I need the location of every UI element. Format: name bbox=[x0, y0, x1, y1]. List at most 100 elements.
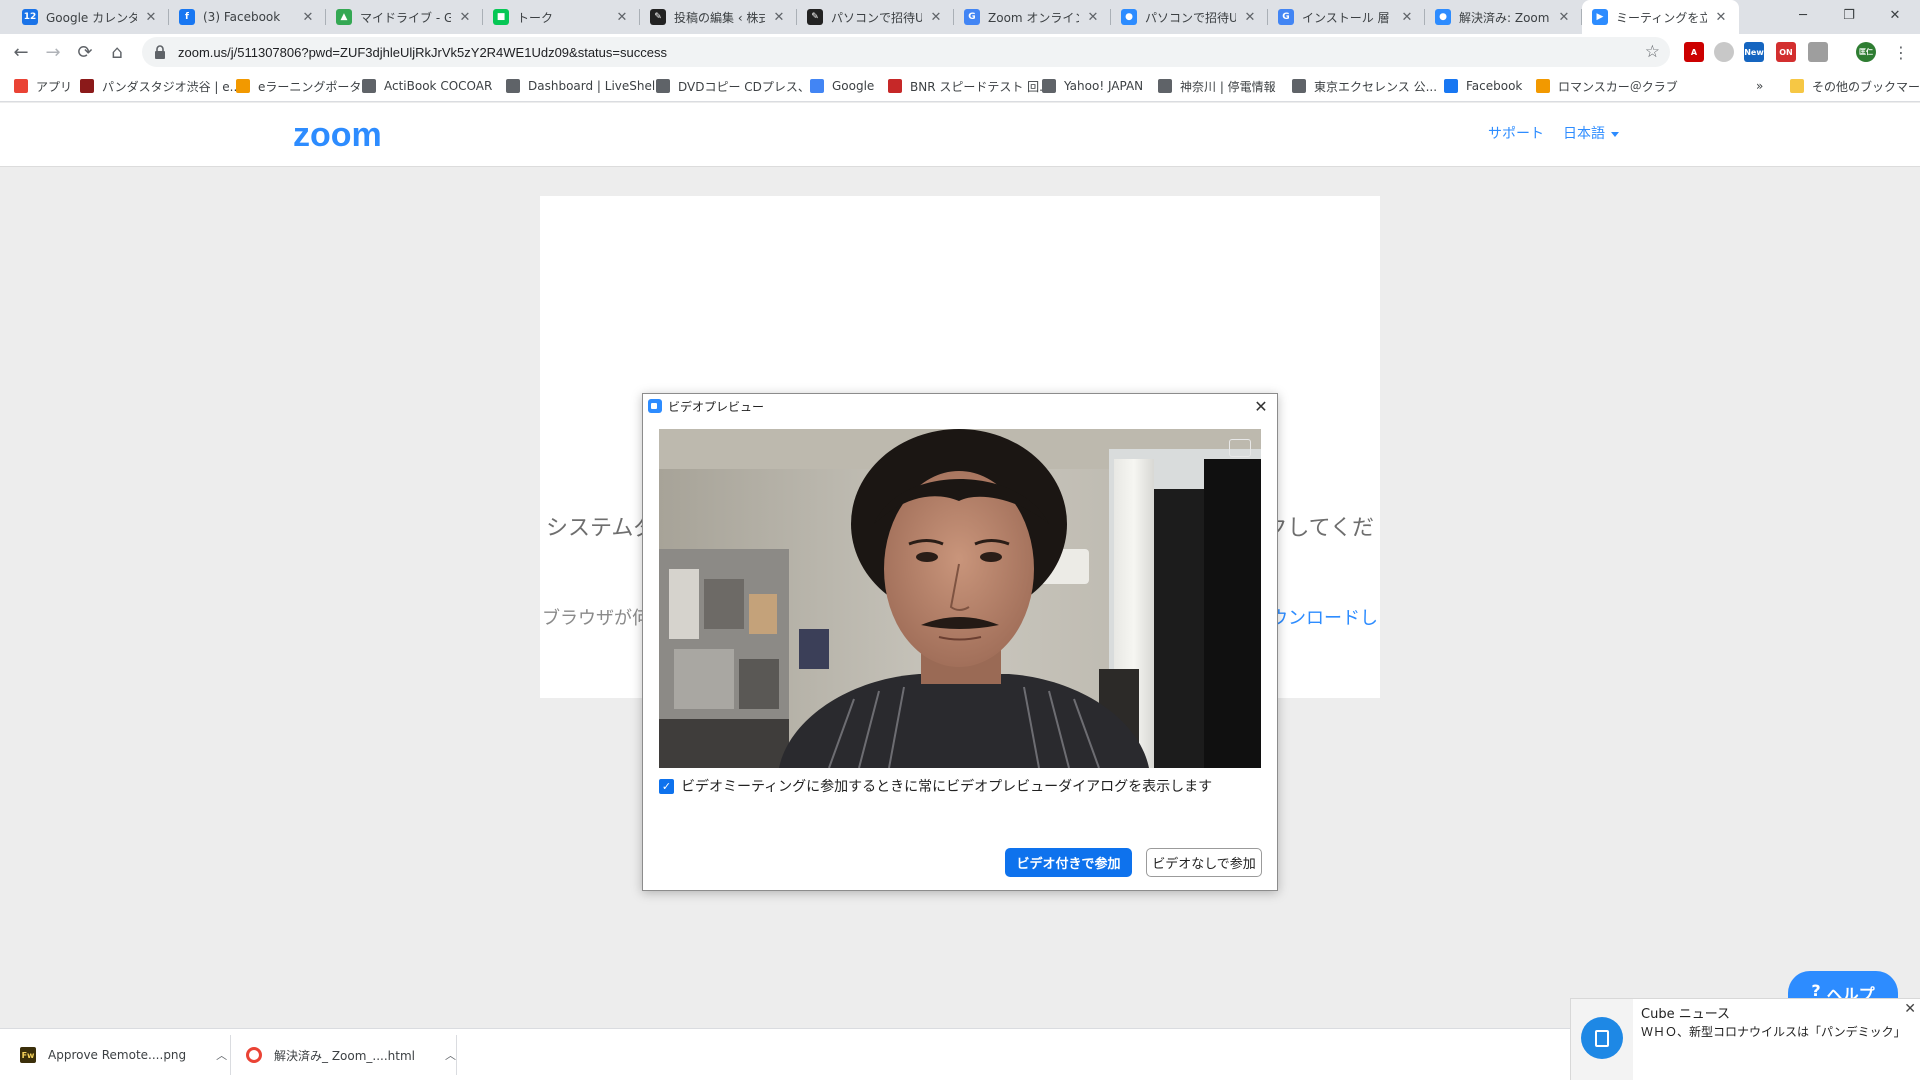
close-icon[interactable]: ✕ bbox=[1251, 396, 1271, 416]
download-item[interactable]: Fw Approve Remote....png ︿ bbox=[20, 1029, 227, 1080]
tab[interactable]: ● パソコンで招待UR ✕ bbox=[1111, 0, 1268, 34]
bookmark-item[interactable]: 東京エクセレンス 公... bbox=[1292, 70, 1437, 102]
bookmark-item[interactable]: パンダスタジオ渋谷 | e... bbox=[80, 70, 241, 102]
tab-close-icon[interactable]: ✕ bbox=[1085, 9, 1101, 25]
tab-favicon-icon: G bbox=[1278, 9, 1294, 25]
bookmark-favicon-icon bbox=[1536, 79, 1550, 93]
tab[interactable]: 12 Google カレンダー ✕ bbox=[12, 0, 169, 34]
tab-close-icon[interactable]: ✕ bbox=[1399, 9, 1415, 25]
tab-close-icon[interactable]: ✕ bbox=[1556, 9, 1572, 25]
on-extension-icon[interactable]: ON bbox=[1776, 42, 1796, 62]
window-close-button[interactable]: ✕ bbox=[1872, 0, 1918, 30]
tab-title: Google カレンダー bbox=[46, 10, 137, 25]
tab-close-icon[interactable]: ✕ bbox=[771, 9, 787, 25]
tab-favicon-icon: ● bbox=[1435, 9, 1451, 25]
bookmark-item[interactable]: ロマンスカー＠クラブ bbox=[1536, 70, 1678, 102]
chevron-up-icon[interactable]: ︿ bbox=[216, 1047, 227, 1063]
bookmark-favicon-icon bbox=[506, 79, 520, 93]
bookmarks-overflow-button[interactable]: » bbox=[1756, 70, 1763, 102]
tab-close-icon[interactable]: ✕ bbox=[457, 9, 473, 25]
launch-instruction-text-end: クしてくだ bbox=[1265, 516, 1374, 541]
bookmark-star-icon[interactable]: ☆ bbox=[1645, 42, 1660, 62]
tab[interactable]: G Zoom オンライン会 ✕ bbox=[954, 0, 1111, 34]
bookmark-item[interactable]: ActiBook COCOAR bbox=[362, 70, 492, 102]
tab-close-icon[interactable]: ✕ bbox=[1713, 9, 1729, 25]
bookmark-item[interactable]: 神奈川 | 停電情報 bbox=[1158, 70, 1276, 102]
download-filename: Approve Remote....png bbox=[48, 1048, 187, 1062]
tab[interactable]: ✎ パソコンで招待UR ✕ bbox=[797, 0, 954, 34]
chevron-up-icon[interactable]: ︿ bbox=[445, 1047, 456, 1063]
always-show-preview-checkbox[interactable]: ✓ bbox=[659, 778, 674, 794]
bookmark-favicon-icon bbox=[362, 79, 376, 93]
language-selector[interactable]: 日本語 bbox=[1563, 123, 1619, 143]
camera-feed-image bbox=[659, 429, 1261, 768]
zoom-page: zoom サポート 日本語 システムダ クしてくだ ブラウザが何 ウンロードし … bbox=[0, 103, 1920, 1028]
home-button[interactable]: ⌂ bbox=[102, 37, 132, 67]
pdf-extension-icon[interactable]: A bbox=[1684, 42, 1704, 62]
news-notification[interactable]: Cube ニュース ＷＨＯ、新型コロナウイルスは「パンデミック」 ✕ bbox=[1570, 998, 1920, 1080]
close-icon[interactable]: ✕ bbox=[1904, 1001, 1916, 1017]
tab[interactable]: ● 解決済み: Zoom ✕ bbox=[1425, 0, 1582, 34]
virtual-background-icon[interactable] bbox=[1229, 439, 1251, 457]
bookmark-item[interactable]: アプリ bbox=[14, 70, 72, 102]
tab-close-icon[interactable]: ✕ bbox=[143, 9, 159, 25]
download-separator bbox=[230, 1035, 231, 1075]
bookmark-item[interactable]: Yahoo! JAPAN bbox=[1042, 70, 1143, 102]
new-extension-icon[interactable]: New bbox=[1744, 42, 1764, 62]
tab-title: Zoom オンライン会 bbox=[988, 10, 1079, 25]
tab-title: パソコンで招待UR bbox=[831, 10, 922, 25]
other-bookmarks-folder[interactable]: その他のブックマーク bbox=[1790, 70, 1920, 102]
bookmark-item[interactable]: Google bbox=[810, 70, 874, 102]
minimize-button[interactable]: ─ bbox=[1780, 0, 1826, 30]
cast-extension-icon[interactable] bbox=[1808, 42, 1828, 62]
bookmark-favicon-icon bbox=[888, 79, 902, 93]
tab[interactable]: f (3) Facebook ✕ bbox=[169, 0, 326, 34]
chrome-file-icon bbox=[246, 1047, 262, 1063]
bookmark-item[interactable]: Dashboard | LiveShell bbox=[506, 70, 659, 102]
support-link[interactable]: サポート bbox=[1488, 123, 1544, 143]
reload-button[interactable]: ⟳ bbox=[70, 37, 100, 67]
extension-icon[interactable] bbox=[1714, 42, 1734, 62]
tab-close-icon[interactable]: ✕ bbox=[300, 9, 316, 25]
tab-title: トーク bbox=[517, 10, 554, 25]
download-filename: 解決済み_ Zoom_....html bbox=[274, 1048, 416, 1063]
bookmark-item[interactable]: DVDコピー CDプレス、... bbox=[656, 70, 821, 102]
address-bar[interactable]: zoom.us/j/511307806?pwd=ZUF3djhleUljRkJr… bbox=[142, 37, 1670, 67]
join-with-video-button[interactable]: ビデオ付きで参加 bbox=[1005, 848, 1132, 877]
chevron-down-icon bbox=[1611, 131, 1619, 137]
zoom-logo[interactable]: zoom bbox=[293, 116, 382, 155]
bookmark-favicon-icon bbox=[1292, 79, 1306, 93]
tab[interactable]: ✎ 投稿の編集 ‹ 株式 ✕ bbox=[640, 0, 797, 34]
bookmark-favicon-icon bbox=[14, 79, 28, 93]
tab-close-icon[interactable]: ✕ bbox=[928, 9, 944, 25]
tab-favicon-icon: ▶ bbox=[1592, 9, 1608, 25]
tab-favicon-icon: ✎ bbox=[650, 9, 666, 25]
chrome-menu-icon[interactable]: ⋮ bbox=[1886, 37, 1916, 67]
tab[interactable]: ▲ マイドライブ - Goo ✕ bbox=[326, 0, 483, 34]
profile-avatar[interactable]: 匡仁 bbox=[1856, 42, 1876, 62]
tab-title: 投稿の編集 ‹ 株式 bbox=[674, 10, 765, 25]
toast-icon-column bbox=[1571, 999, 1633, 1080]
bookmark-favicon-icon bbox=[1158, 79, 1172, 93]
forward-button[interactable]: → bbox=[38, 37, 68, 67]
always-show-preview-option[interactable]: ✓ ビデオミーティングに参加するときに常にビデオプレビューダイアログを表示します bbox=[659, 776, 1212, 796]
tab-close-icon[interactable]: ✕ bbox=[1242, 9, 1258, 25]
lock-icon bbox=[155, 45, 165, 59]
tab-close-icon[interactable]: ✕ bbox=[614, 9, 630, 25]
bookmark-item[interactable]: Facebook bbox=[1444, 70, 1522, 102]
bookmark-item[interactable]: eラーニングポータル bbox=[236, 70, 373, 102]
bookmark-item[interactable]: BNR スピードテスト 回... bbox=[888, 70, 1051, 102]
bookmarks-bar: » その他のブックマーク アプリ パンダスタジオ渋谷 | e... eラーニングポー… bbox=[0, 70, 1920, 102]
download-link[interactable]: ウンロードし bbox=[1270, 604, 1378, 630]
tab[interactable]: ■ トーク ✕ bbox=[483, 0, 640, 34]
join-without-video-button[interactable]: ビデオなしで参加 bbox=[1146, 848, 1262, 877]
toast-body: ＷＨＯ、新型コロナウイルスは「パンデミック」 bbox=[1641, 1025, 1906, 1039]
tab[interactable]: G インストール 層 マ ✕ bbox=[1268, 0, 1425, 34]
restore-button[interactable]: ❐ bbox=[1826, 0, 1872, 30]
bookmark-label: ロマンスカー＠クラブ bbox=[1558, 79, 1678, 94]
back-button[interactable]: ← bbox=[6, 37, 36, 67]
download-item[interactable]: 解決済み_ Zoom_....html ︿ bbox=[246, 1029, 456, 1080]
tab[interactable]: ▶ ミーティングを立ち上 ✕ bbox=[1582, 0, 1739, 34]
tab-title: ミーティングを立ち上 bbox=[1616, 10, 1707, 25]
tab-strip: + ─ ❐ ✕ 12Google カレンダー✕f(3) Facebook✕▲マイ… bbox=[0, 0, 1920, 34]
